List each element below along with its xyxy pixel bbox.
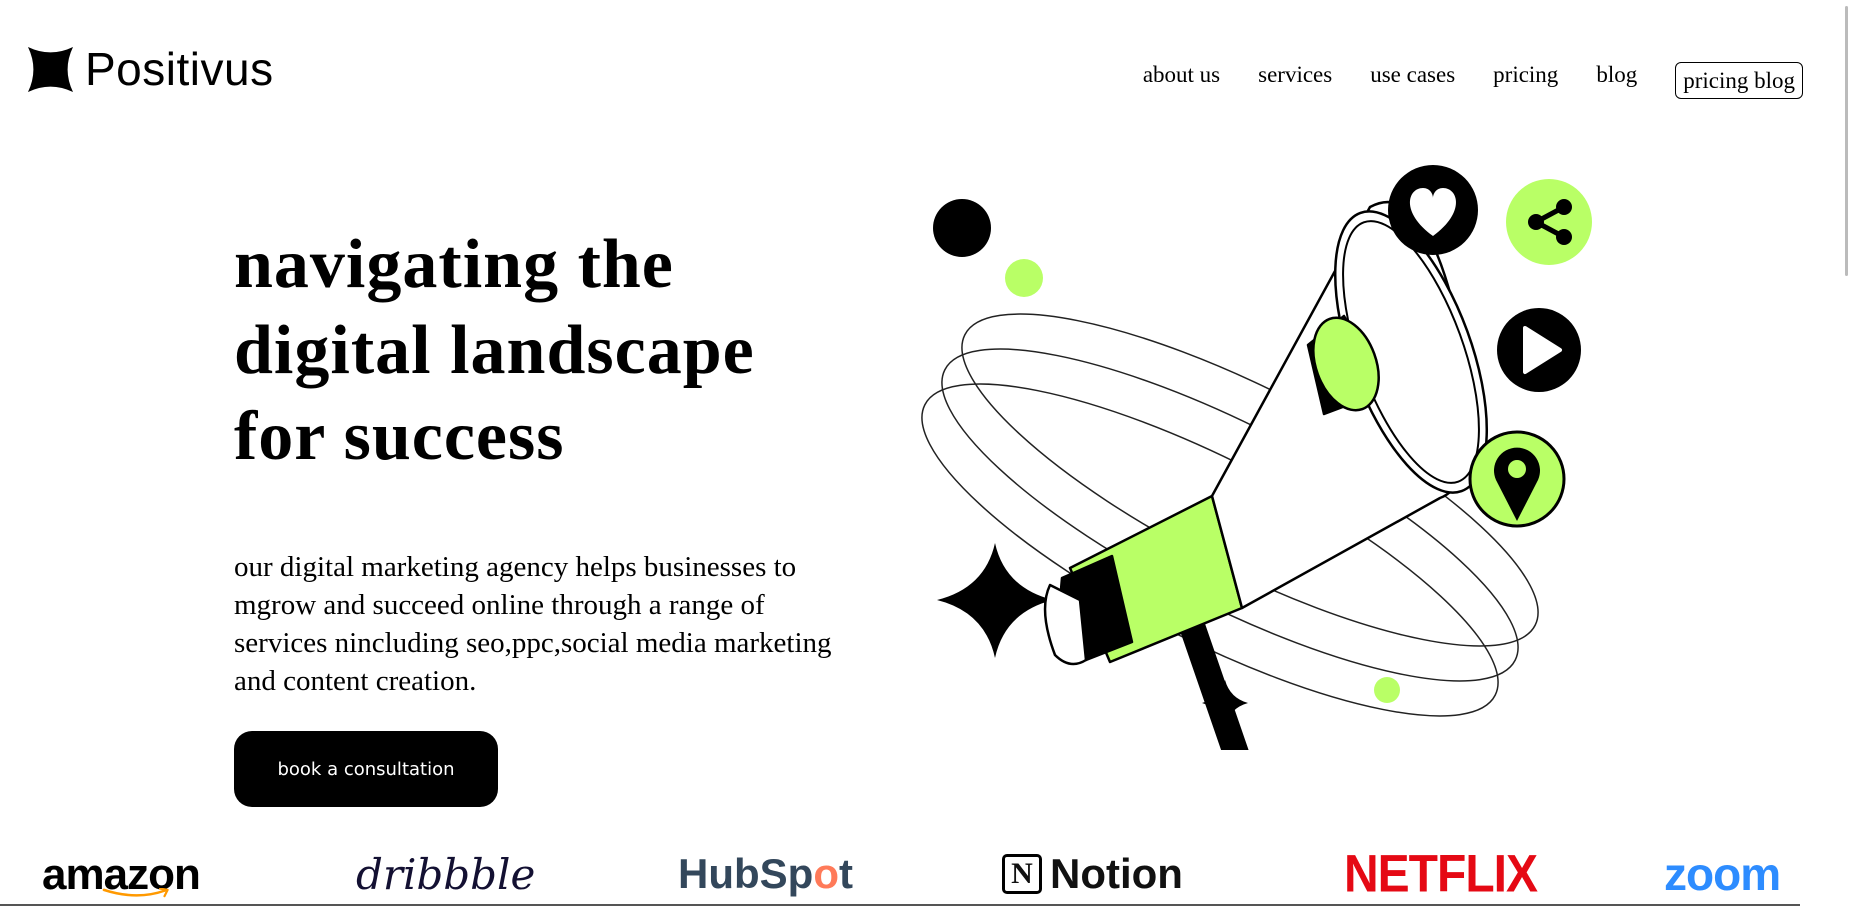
heart-icon bbox=[1388, 165, 1478, 255]
hubspot-wordmark-part: HubSp bbox=[678, 850, 814, 897]
sparkle-icon bbox=[937, 543, 1053, 658]
megaphone-illustration bbox=[921, 165, 1592, 750]
green-dot-icon bbox=[1005, 259, 1043, 297]
notion-logo: N Notion bbox=[1002, 850, 1183, 898]
nav-about-us[interactable]: about us bbox=[1143, 61, 1220, 89]
scrollbar-thumb[interactable] bbox=[1845, 6, 1848, 276]
amazon-smile-icon bbox=[102, 888, 169, 898]
netflix-logo: NETFLIX bbox=[1344, 845, 1538, 903]
main-nav: about us services use cases pricing blog… bbox=[1143, 50, 1803, 99]
logo-star-icon bbox=[28, 46, 73, 92]
black-dot-icon bbox=[933, 199, 991, 257]
zoom-logo: zoom bbox=[1664, 848, 1781, 900]
hero-title-line: for success bbox=[234, 398, 565, 475]
hero-description: our digital marketing agency helps busin… bbox=[234, 551, 832, 697]
nav-blog[interactable]: blog bbox=[1596, 61, 1637, 89]
hero-title-line: digital landscape bbox=[234, 312, 755, 389]
hero-title: navigating the digital landscape for suc… bbox=[234, 222, 854, 480]
netflix-wordmark: NETFLIX bbox=[1344, 844, 1538, 904]
dribbble-logo: dribbble bbox=[356, 849, 536, 899]
notion-icon: N bbox=[1002, 854, 1042, 894]
nav-use-cases[interactable]: use cases bbox=[1370, 61, 1455, 89]
notion-wordmark: Notion bbox=[1050, 850, 1183, 897]
megaphone-icon bbox=[1043, 200, 1489, 750]
nav-pricing[interactable]: pricing bbox=[1493, 61, 1558, 89]
pricing-blog-button[interactable]: pricing blog bbox=[1675, 62, 1803, 99]
zoom-wordmark: zoom bbox=[1664, 848, 1781, 900]
hero-title-line: navigating the bbox=[234, 226, 674, 303]
hubspot-sprocket-icon: o bbox=[813, 850, 839, 897]
site-logo[interactable]: Positivus bbox=[28, 46, 274, 92]
amazon-logo: amazon bbox=[42, 850, 201, 899]
share-icon bbox=[1506, 179, 1592, 265]
client-logos: amazon dribbble HubSp o t N Notion NETFLIX… bbox=[0, 845, 1849, 906]
green-dot-icon bbox=[1374, 677, 1400, 703]
hubspot-wordmark-part: t bbox=[838, 850, 853, 897]
scrollbar[interactable] bbox=[1843, 0, 1849, 906]
nav-services[interactable]: services bbox=[1258, 61, 1332, 89]
landing-page: Positivus about us services use cases pr… bbox=[0, 0, 1849, 906]
play-icon bbox=[1497, 308, 1581, 392]
dribbble-wordmark: dribbble bbox=[356, 849, 536, 899]
hubspot-logo: HubSp o t bbox=[678, 850, 853, 898]
location-pin-icon bbox=[1468, 430, 1566, 528]
book-consultation-button[interactable]: book a consultation bbox=[234, 731, 498, 807]
brand-name: Positivus bbox=[85, 43, 274, 95]
